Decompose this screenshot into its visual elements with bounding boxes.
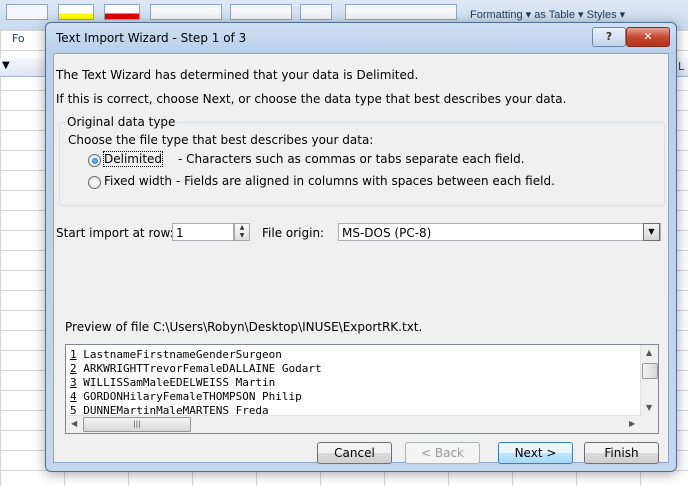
choose-file-type-label: Choose the file type that best describes… xyxy=(68,133,374,147)
group-label: Original data type xyxy=(65,115,178,129)
ribbon-control xyxy=(230,4,292,20)
scroll-left-icon[interactable]: ◀ xyxy=(71,419,77,428)
intro-line-1: The Text Wizard has determined that your… xyxy=(56,68,419,82)
delimited-label[interactable]: Delimited xyxy=(102,151,164,167)
preview-row: 3 WILLISSamMaleEDELWEISS Martin xyxy=(70,376,276,389)
vertical-scroll-thumb[interactable] xyxy=(642,363,658,379)
delimited-description: - Characters such as commas or tabs sepa… xyxy=(178,152,525,166)
chevron-down-icon: ▼ xyxy=(2,60,10,71)
font-color-swatch xyxy=(104,4,140,20)
file-origin-label: File origin: xyxy=(262,226,325,240)
file-preview[interactable]: 1 LastnameFirstnameGenderSurgeon 2 ARKWR… xyxy=(65,344,659,434)
preview-row: 1 LastnameFirstnameGenderSurgeon xyxy=(70,348,282,361)
cancel-button[interactable]: Cancel xyxy=(317,442,392,464)
original-data-type-group: Original data type Choose the file type … xyxy=(59,115,665,206)
excel-fo-label: Fo xyxy=(12,32,25,45)
preview-row: 2 ARKWRIGHTTrevorFemaleDALLAINE Godart xyxy=(70,362,322,375)
chevron-down-icon[interactable]: ▼ xyxy=(643,223,660,241)
dialog-client-area: The Text Wizard has determined that your… xyxy=(53,53,669,464)
close-button[interactable]: ✕ xyxy=(626,27,670,47)
back-button[interactable]: < Back xyxy=(405,442,480,464)
fixed-width-label[interactable]: Fixed width xyxy=(104,174,172,188)
start-row-label: Start import at row: xyxy=(56,226,174,240)
ribbon-formatting: Formatting ▾ as Table ▾ Styles ▾ xyxy=(470,9,626,21)
fixed-width-description: - Fields are aligned in columns with spa… xyxy=(176,174,555,188)
scroll-right-icon[interactable]: ▶ xyxy=(629,419,635,428)
ribbon-control xyxy=(345,4,457,20)
scrollbar-corner xyxy=(641,416,658,433)
next-button[interactable]: Next > xyxy=(498,442,573,464)
ribbon-control xyxy=(300,4,332,20)
finish-button[interactable]: Finish xyxy=(584,442,659,464)
file-origin-select[interactable]: MS-DOS (PC-8) xyxy=(338,223,661,241)
scroll-up-icon[interactable]: ▲ xyxy=(646,348,652,357)
text-import-wizard-dialog: Text Import Wizard - Step 1 of 3 ? ✕ The… xyxy=(45,22,677,472)
dialog-title: Text Import Wizard - Step 1 of 3 xyxy=(56,31,247,45)
horizontal-scroll-thumb[interactable]: ||| xyxy=(83,417,191,432)
preview-horizontal-scrollbar[interactable]: ◀ ||| ▶ xyxy=(66,415,642,433)
start-row-input[interactable]: 1 xyxy=(172,223,234,241)
delimited-radio[interactable] xyxy=(88,154,101,167)
preview-vertical-scrollbar[interactable]: ▲ ▼ xyxy=(640,345,658,417)
fixed-width-radio[interactable] xyxy=(88,176,101,189)
highlight-color-swatch xyxy=(58,4,94,20)
preview-row: 4 GORDONHilaryFemaleTHOMPSON Philip xyxy=(70,390,302,403)
scroll-down-icon[interactable]: ▼ xyxy=(646,403,652,412)
start-row-spinner[interactable]: ▲ ▼ xyxy=(234,223,250,241)
ribbon-control xyxy=(150,4,222,20)
help-button[interactable]: ? xyxy=(592,27,626,47)
ribbon-control xyxy=(6,4,48,20)
intro-line-2: If this is correct, choose Next, or choo… xyxy=(56,92,567,106)
excel-column-l: L xyxy=(678,60,685,73)
preview-label: Preview of file C:\Users\Robyn\Desktop\I… xyxy=(65,320,423,334)
